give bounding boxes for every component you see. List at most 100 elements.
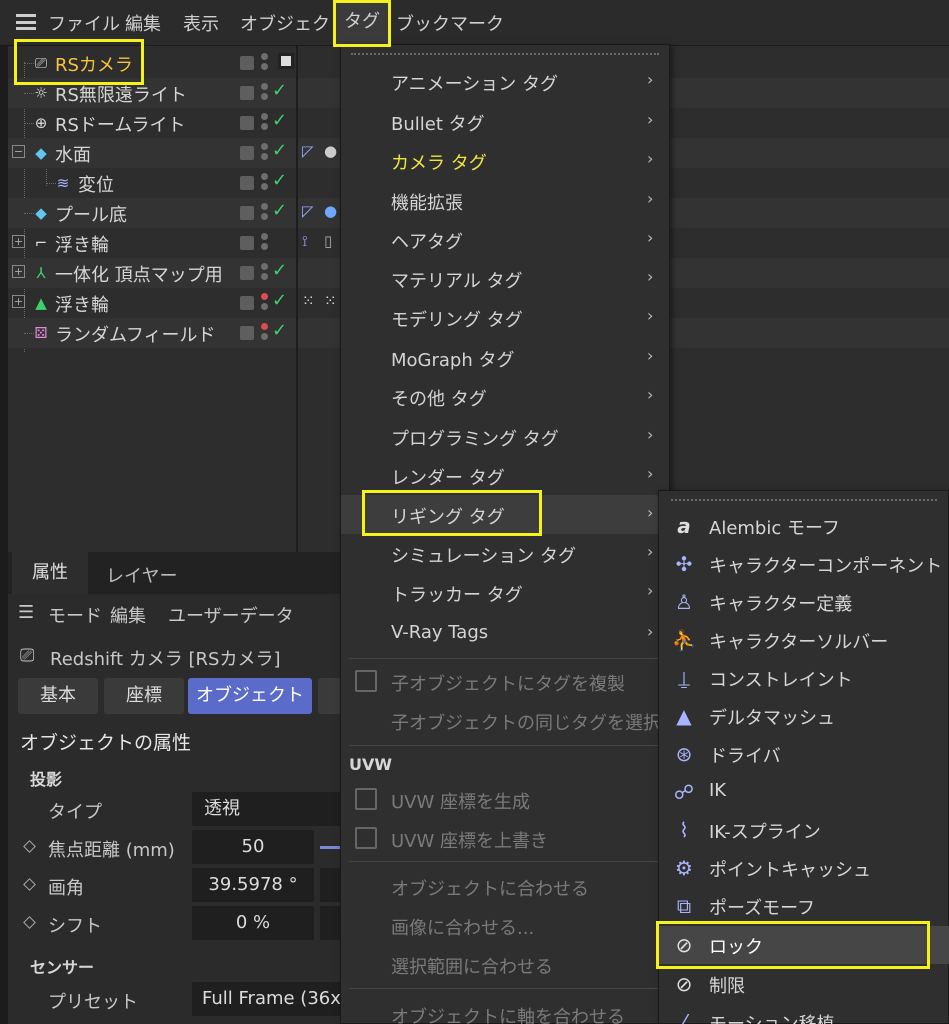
edit-icon[interactable] [240, 296, 254, 310]
visibility-dots[interactable] [261, 203, 269, 223]
edit-icon[interactable] [240, 236, 254, 250]
menu-item-render-tags[interactable]: レンダー タグ › [341, 456, 671, 495]
tab-more[interactable] [318, 678, 342, 714]
submenu-item-character-definition[interactable]: ♙ キャラクター定義 [659, 583, 949, 621]
visibility-dots[interactable] [261, 263, 269, 283]
submenu-item-character-component[interactable]: ✣ キャラクターコンポーネント [659, 545, 949, 583]
edit-icon[interactable] [240, 146, 254, 160]
menu-item-simulation-tags[interactable]: シミュレーション タグ › [341, 534, 671, 573]
menu-item-camera-tags[interactable]: カメラ タグ › [341, 141, 671, 180]
visibility-dots[interactable] [261, 173, 269, 193]
menu-file[interactable]: ファイル [48, 10, 120, 36]
focal-length-input[interactable]: 50 [192, 830, 314, 864]
menu-item-align-axis-to-object[interactable]: オブジェクトに軸を合わせる [341, 995, 671, 1024]
tag-icon[interactable]: ▯ [324, 232, 332, 250]
menu-item-modeling-tags[interactable]: モデリング タグ › [341, 298, 671, 337]
expand-toggle[interactable]: + [12, 235, 25, 248]
menu-bookmark[interactable]: ブックマーク [396, 10, 504, 36]
enabled-check-icon[interactable]: ✓ [272, 320, 287, 341]
enabled-check-icon[interactable]: ✓ [272, 170, 287, 191]
checker-icon[interactable] [278, 53, 294, 69]
keyframe-diamond-icon[interactable] [23, 878, 36, 891]
keyframe-diamond-icon[interactable] [23, 840, 36, 853]
fov-extra-field[interactable] [320, 868, 342, 902]
menu-item-vray-tags[interactable]: V-Ray Tags › [341, 614, 671, 653]
focal-length-slider[interactable] [320, 846, 342, 849]
tab-basic[interactable]: 基本 [18, 678, 98, 714]
menu-item-hair-tags[interactable]: ヘアタグ › [341, 220, 671, 259]
visibility-dots[interactable] [261, 113, 269, 133]
menu-edit[interactable]: 編集 [110, 602, 146, 628]
menu-item-tracker-tags[interactable]: トラッカー タグ › [341, 573, 671, 612]
material-tag-icon[interactable]: ● [324, 202, 337, 220]
menu-edit[interactable]: 編集 [125, 10, 161, 36]
expand-toggle[interactable]: + [12, 295, 25, 308]
vertex-map-tag-icon[interactable]: ⁙ [324, 292, 337, 310]
menu-mode[interactable]: モード [48, 602, 102, 628]
material-tag-icon[interactable]: ● [324, 142, 337, 160]
menu-item-bullet-tags[interactable]: Bullet タグ › [341, 102, 671, 141]
edit-icon[interactable] [240, 326, 254, 340]
fov-input[interactable]: 39.5978 ° [192, 868, 314, 902]
menu-item-other-tags[interactable]: その他 タグ › [341, 377, 671, 416]
tab-coordinates[interactable]: 座標 [104, 678, 184, 714]
edit-icon[interactable] [240, 116, 254, 130]
tab-layers[interactable]: レイヤー [106, 562, 177, 588]
menu-item-generate-uvw[interactable]: UVW 座標を生成 [341, 780, 671, 819]
submenu-item-character-solver[interactable]: ⛹ キャラクターソルバー [659, 621, 949, 659]
menu-item-overwrite-uvw[interactable]: UVW 座標を上書き [341, 819, 671, 858]
menu-item-animation-tags[interactable]: アニメーション タグ › [341, 62, 671, 101]
visibility-dots[interactable] [261, 323, 269, 343]
submenu-item-alembic-morph[interactable]: a Alembic モーフ [659, 507, 949, 545]
menu-item-mograph-tags[interactable]: MoGraph タグ › [341, 338, 671, 377]
visibility-dots[interactable] [261, 83, 269, 103]
submenu-item-delta-mush[interactable]: ▲ デルタマッシュ [659, 697, 949, 735]
hamburger-menu-icon[interactable]: ☰ [18, 602, 38, 623]
submenu-item-limit[interactable]: ⊘ 制限 [659, 965, 949, 1003]
type-select[interactable]: 透視 [192, 792, 342, 826]
tab-object[interactable]: オブジェクト [188, 678, 312, 714]
menu-view[interactable]: 表示 [183, 10, 219, 36]
edit-icon[interactable] [240, 176, 254, 190]
submenu-item-point-cache[interactable]: ⚙ ポイントキャッシュ [659, 849, 949, 887]
expand-toggle[interactable]: + [12, 265, 25, 278]
menu-item-fit-to-image[interactable]: 画像に合わせる... [341, 906, 671, 945]
preset-select[interactable]: Full Frame (36x24 [192, 982, 342, 1016]
keyframe-diamond-icon[interactable] [23, 916, 36, 929]
enabled-check-icon[interactable]: ✓ [272, 200, 287, 221]
tab-attributes[interactable]: 属性 [12, 552, 88, 594]
visibility-dots[interactable] [261, 53, 269, 73]
visibility-dots[interactable] [261, 233, 269, 253]
shift-extra-field[interactable] [320, 906, 342, 940]
shift-input[interactable]: 0 % [192, 906, 314, 940]
submenu-item-motion-transfer[interactable]: ⁄モーション移植 [659, 1003, 949, 1024]
hamburger-menu-icon[interactable] [16, 14, 36, 30]
vertex-map-tag-icon[interactable]: ⁙ [302, 292, 315, 310]
menu-item-programming-tags[interactable]: プログラミング タグ › [341, 417, 671, 456]
enabled-check-icon[interactable]: ✓ [272, 80, 287, 101]
menu-item-copy-tag-to-children[interactable]: 子オブジェクトにタグを複製 [341, 662, 671, 701]
enabled-check-icon[interactable]: ✓ [272, 140, 287, 161]
menu-object[interactable]: オブジェクト [240, 10, 348, 36]
edit-icon[interactable] [240, 56, 254, 70]
menu-item-fit-to-selection[interactable]: 選択範囲に合わせる [341, 945, 671, 984]
edit-icon[interactable] [240, 206, 254, 220]
tag-icon[interactable]: ◸ [302, 202, 314, 220]
menu-tear-grip[interactable] [351, 53, 659, 57]
menu-tear-grip[interactable] [671, 499, 937, 503]
menu-item-select-identical-child-tags[interactable]: 子オブジェクトの同じタグを選択 [341, 701, 671, 740]
submenu-item-constraint[interactable]: ⍊ コンストレイント [659, 659, 949, 697]
menu-userdata[interactable]: ユーザーデータ [168, 602, 294, 628]
visibility-dots[interactable] [261, 293, 269, 313]
menu-item-fit-to-object[interactable]: オブジェクトに合わせる [341, 867, 671, 906]
menu-item-extensions[interactable]: 機能拡張 › [341, 181, 671, 220]
tag-icon[interactable]: ⟟ [302, 232, 308, 250]
enabled-check-icon[interactable]: ✓ [272, 290, 287, 311]
submenu-item-ik-spline[interactable]: ⌇ IK-スプライン [659, 811, 949, 849]
enabled-check-icon[interactable]: ✓ [272, 260, 287, 281]
submenu-item-pose-morph[interactable]: ⧉ ポーズモーフ [659, 887, 949, 925]
submenu-item-ik[interactable]: ☍ IK [659, 773, 949, 811]
enabled-check-icon[interactable]: ✓ [272, 110, 287, 131]
visibility-dots[interactable] [261, 143, 269, 163]
expand-toggle[interactable]: − [12, 145, 25, 158]
